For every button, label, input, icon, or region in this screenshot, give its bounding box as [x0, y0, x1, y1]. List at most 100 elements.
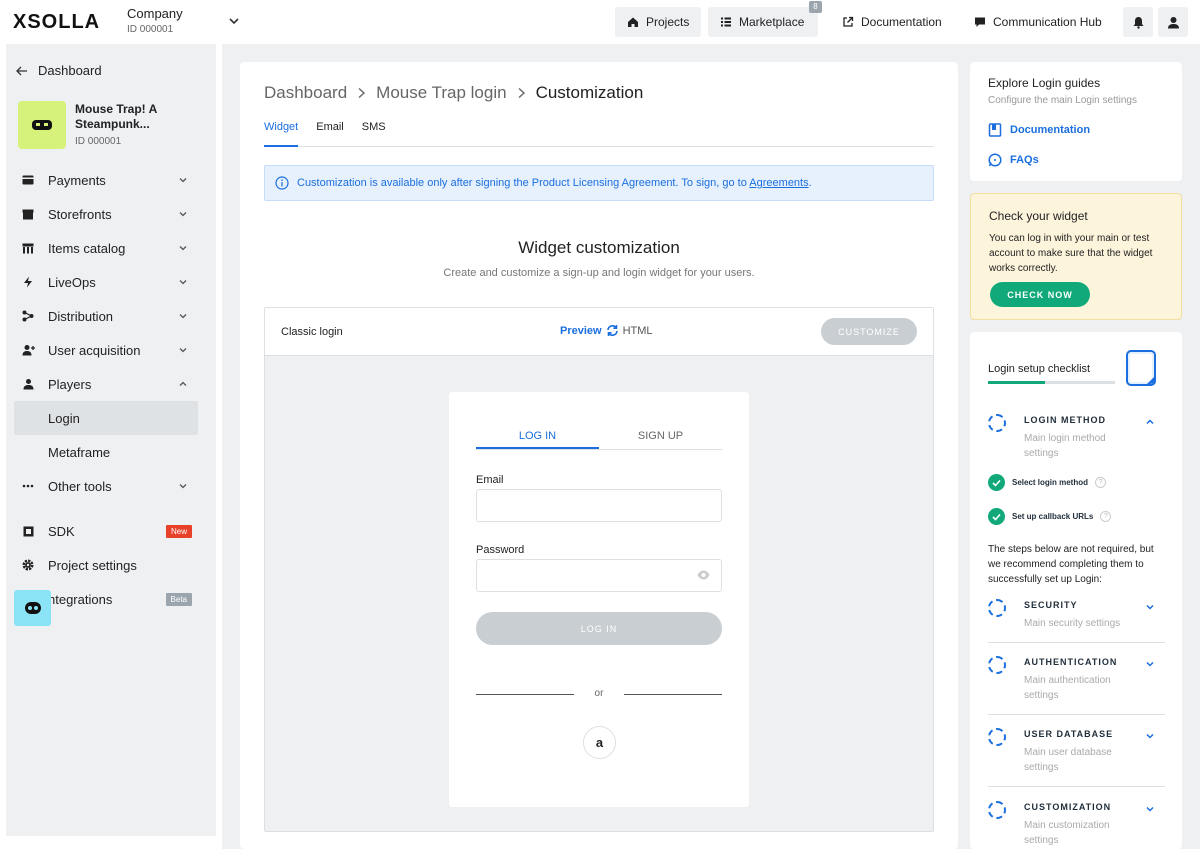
grid-list-icon	[720, 16, 732, 28]
breadcrumb-dashboard[interactable]: Dashboard	[264, 83, 347, 103]
svg-text:XSOLLA: XSOLLA	[13, 11, 100, 31]
bot-icon	[24, 602, 41, 614]
section-divider	[988, 642, 1165, 643]
gear-icon	[20, 559, 36, 571]
preview-option[interactable]: Preview	[560, 325, 602, 337]
notifications-button[interactable]	[1123, 7, 1153, 37]
card-icon	[20, 175, 36, 185]
progress-fill	[988, 381, 1046, 384]
company-switcher[interactable]: Company ID 000001	[127, 6, 183, 35]
check-widget-title: Check your widget	[989, 209, 1088, 223]
chevron-down-icon	[178, 277, 188, 287]
sidebar-item-items-catalog[interactable]: Items catalog	[14, 231, 198, 265]
email-label: Email	[476, 474, 504, 486]
project-id: ID 000001	[75, 136, 122, 147]
sidebar-item-project-settings[interactable]: Project settings	[14, 548, 198, 582]
widget-login-button[interactable]: LOG IN	[476, 612, 722, 645]
breadcrumb-project-login[interactable]: Mouse Trap login	[376, 83, 506, 103]
sidebar-item-other-tools[interactable]: Other tools	[14, 469, 198, 503]
widget-customization-title: Widget customization	[518, 238, 680, 257]
beta-badge: Beta	[165, 592, 192, 606]
sidebar-item-login[interactable]: Login	[14, 401, 198, 435]
check-now-button[interactable]: CHECK NOW	[990, 282, 1090, 307]
checklist-step-select-login-method[interactable]: Select login method ?	[988, 474, 1107, 491]
optional-steps-note: The steps below are not required, but we…	[988, 544, 1154, 585]
chevron-down-icon	[1145, 659, 1155, 669]
assistant-bot-button[interactable]	[14, 590, 51, 626]
sidebar-item-distribution[interactable]: Distribution	[14, 299, 198, 333]
sidebar-item-players[interactable]: Players	[14, 367, 198, 401]
marketplace-button[interactable]: Marketplace 8	[708, 1, 822, 37]
email-field[interactable]	[476, 489, 722, 522]
chat-icon	[974, 16, 986, 28]
pending-step-icon	[988, 414, 1006, 432]
distribution-icon	[20, 310, 36, 322]
pending-step-icon	[988, 728, 1006, 746]
chevron-up-icon	[1145, 417, 1155, 427]
guides-subtitle: Configure the main Login settings	[988, 95, 1137, 106]
widget-preview-panel: Classic login Preview HTML CUSTOMIZE LOG…	[264, 307, 934, 832]
company-name: Company	[127, 6, 183, 21]
projects-button[interactable]: Projects	[615, 7, 702, 37]
tab-email[interactable]: Email	[316, 118, 344, 147]
sidebar-item-metaframe[interactable]: Metaframe	[14, 435, 198, 469]
chevron-down-icon	[1145, 804, 1155, 814]
widget-tab-signup[interactable]: SIGN UP	[599, 422, 722, 449]
back-to-dashboard-link[interactable]: Dashboard	[16, 63, 102, 78]
chevron-down-icon	[1145, 602, 1155, 612]
xsolla-logo[interactable]: XSOLLA	[13, 11, 101, 31]
tab-sms[interactable]: SMS	[362, 118, 386, 147]
checklist-title: Login setup checklist	[988, 363, 1091, 375]
setup-checklist-card: Login setup checklist LOGIN METHOD Main …	[970, 332, 1182, 849]
tab-bar: Widget Email SMS	[264, 118, 934, 147]
sidebar-item-sdk[interactable]: SDK New	[14, 514, 198, 548]
password-field[interactable]	[476, 559, 722, 592]
sdk-icon	[20, 526, 36, 537]
chevron-up-icon	[178, 379, 188, 389]
agreements-link[interactable]: Agreements	[749, 177, 808, 189]
documentation-label: Documentation	[861, 15, 942, 29]
preview-html-toggle[interactable]: Preview HTML	[560, 324, 653, 337]
sidebar-item-storefronts[interactable]: Storefronts	[14, 197, 198, 231]
top-bar: XSOLLA Company ID 000001 Projects Market…	[0, 0, 1200, 44]
pending-step-icon	[988, 656, 1006, 674]
check-circle-icon	[988, 508, 1005, 525]
checklist-step-callback-urls[interactable]: Set up callback URLs ?	[988, 508, 1112, 525]
content-area: Dashboard Mouse Trap login Customization…	[222, 44, 1200, 849]
customization-card: Dashboard Mouse Trap login Customization…	[240, 62, 958, 849]
eye-icon[interactable]	[697, 570, 710, 580]
catalog-icon	[20, 243, 36, 254]
communication-hub-link[interactable]: Communication Hub	[962, 7, 1114, 37]
storefront-icon	[20, 209, 36, 220]
guides-faq-link[interactable]: FAQs	[988, 153, 1039, 167]
faq-chat-icon	[988, 153, 1002, 167]
arrow-left-icon	[16, 66, 28, 76]
html-option[interactable]: HTML	[623, 325, 653, 337]
pending-step-icon	[988, 801, 1006, 819]
check-circle-icon	[988, 474, 1005, 491]
tab-widget[interactable]: Widget	[264, 118, 299, 147]
projects-label: Projects	[646, 15, 690, 29]
sidebar-item-user-acquisition[interactable]: User acquisition	[14, 333, 198, 367]
documentation-link[interactable]: Documentation	[830, 7, 954, 37]
chevron-down-icon	[178, 345, 188, 355]
new-badge: New	[165, 524, 192, 538]
amazon-icon[interactable]: a	[583, 726, 616, 759]
help-icon[interactable]: ?	[1100, 511, 1112, 522]
sidebar-item-liveops[interactable]: LiveOps	[14, 265, 198, 299]
sidebar-item-payments[interactable]: Payments	[14, 163, 198, 197]
bell-icon	[1132, 16, 1145, 29]
chevron-down-icon	[178, 175, 188, 185]
chevron-down-icon[interactable]	[228, 15, 240, 27]
marketplace-label: Marketplace	[739, 15, 805, 29]
widget-tab-login[interactable]: LOG IN	[476, 422, 599, 449]
profile-button[interactable]	[1158, 7, 1188, 37]
chevron-down-icon	[178, 243, 188, 253]
external-link-icon	[842, 16, 854, 28]
customize-button[interactable]: CUSTOMIZE	[821, 318, 917, 345]
login-widget: LOG IN SIGN UP Email Password LOG IN or …	[449, 392, 749, 807]
help-icon[interactable]: ?	[1095, 477, 1107, 488]
guides-documentation-link[interactable]: Documentation	[988, 123, 1090, 137]
more-horizontal-icon	[20, 484, 36, 488]
back-label: Dashboard	[38, 63, 102, 78]
